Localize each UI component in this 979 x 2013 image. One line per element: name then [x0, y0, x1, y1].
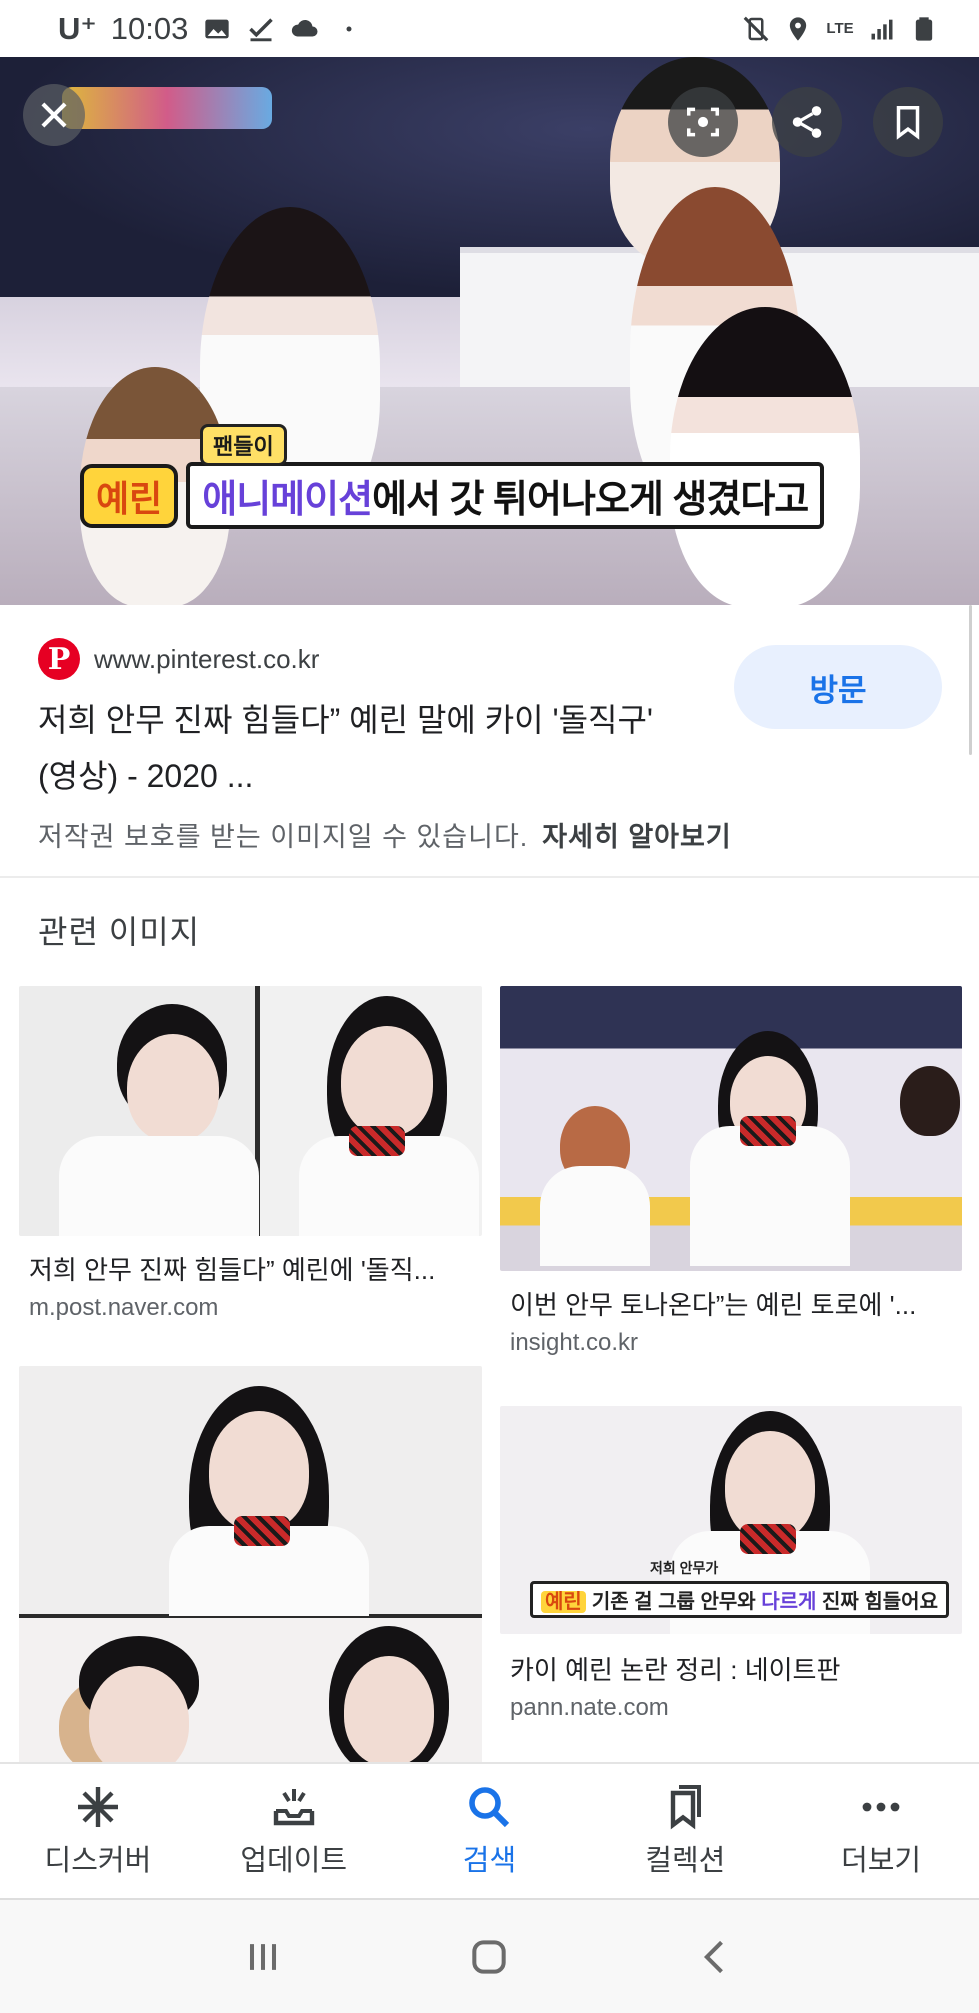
subtitle-rest: 에서 갓 튀어나오게 생겼다고	[372, 479, 809, 521]
share-button[interactable]	[772, 87, 842, 157]
thumbnail-subtitle: 예린 기존 걸 그룹 안무와 다르게 진짜 힘들어요	[530, 1581, 949, 1618]
back-button[interactable]	[686, 1927, 746, 1987]
updates-icon	[273, 1789, 314, 1826]
related-image-domain: insight.co.kr	[510, 1329, 639, 1356]
mute-vibrate-icon	[741, 14, 771, 44]
result-title[interactable]: 저희 안무 진짜 힘들다” 예린 말에 카이 '돌직구' (영상) - 2020…	[38, 692, 698, 804]
hero-subtitle: 팬들이 예린 애니메이션에서 갓 튀어나오게 생겼다고	[80, 424, 825, 529]
home-button[interactable]	[459, 1927, 519, 1987]
nav-label: 업데이트	[240, 1845, 348, 1877]
related-image-thumbnail[interactable]: 예린 기존 걸 그룹 안무와 다르게 진짜 힘들어요 저희 안무가	[500, 1406, 962, 1634]
related-image-domain: m.post.naver.com	[29, 1294, 219, 1321]
bottom-navigation: 디스커버 업데이트 검색 컬렉션 더보기	[0, 1762, 979, 1898]
nav-label: 검색	[462, 1845, 517, 1877]
lens-icon	[687, 107, 719, 137]
recents-button[interactable]	[233, 1927, 293, 1987]
asterisk-icon	[77, 1787, 118, 1827]
signal-icon	[867, 14, 897, 44]
copyright-notice: 저작권 보호를 받는 이미지일 수 있습니다. 자세히 알아보기	[38, 815, 732, 854]
location-icon	[783, 14, 813, 44]
related-image-thumbnail[interactable]	[19, 1366, 482, 1766]
copyright-text: 저작권 보호를 받는 이미지일 수 있습니다.	[38, 822, 529, 852]
cloud-icon	[290, 14, 320, 44]
related-image-caption[interactable]: 저희 안무 진짜 힘들다” 예린에 '돌직...	[29, 1250, 469, 1287]
clock: 10:03	[110, 10, 189, 46]
related-images-heading: 관련 이미지	[38, 914, 201, 950]
search-icon	[469, 1787, 510, 1828]
nav-updates[interactable]: 업데이트	[196, 1764, 392, 1898]
lte-icon: LTE	[826, 19, 854, 37]
pinterest-logo-icon: P	[38, 638, 80, 680]
image-icon	[202, 14, 232, 44]
subtitle-speaker: 예린	[80, 463, 179, 528]
visit-button[interactable]: 방문	[734, 645, 942, 729]
system-navigation-bar	[0, 1898, 979, 2013]
close-button[interactable]	[23, 84, 85, 146]
close-icon	[41, 102, 67, 128]
bookmark-icon	[896, 106, 920, 140]
image-search-result-page: U⁺ 10:03 LTE 팬들이 예린 애니메이션에서 갓 튀어나오게 생겼다고…	[0, 0, 979, 2013]
nav-search[interactable]: 검색	[392, 1764, 588, 1898]
show-logo	[62, 87, 272, 129]
status-bar: U⁺ 10:03 LTE	[0, 0, 979, 57]
subtitle-text: 애니메이션에서 갓 튀어나오게 생겼다고	[186, 462, 825, 529]
more-icon	[862, 1802, 900, 1812]
save-button[interactable]	[873, 87, 943, 157]
check-icon	[246, 14, 276, 44]
divider	[0, 876, 979, 878]
related-image-domain: pann.nate.com	[510, 1694, 669, 1721]
related-image-thumbnail[interactable]	[500, 986, 962, 1271]
related-image-thumbnail[interactable]	[19, 986, 482, 1236]
nav-more[interactable]: 더보기	[783, 1764, 979, 1898]
related-image-caption[interactable]: 카이 예린 논란 정리 : 네이트판	[510, 1650, 950, 1687]
nav-label: 컬렉션	[645, 1845, 726, 1877]
source-domain[interactable]: www.pinterest.co.kr	[94, 644, 319, 675]
home-icon	[472, 1939, 507, 1974]
back-icon	[703, 1940, 723, 1973]
recents-icon	[250, 1943, 277, 1970]
hero-image[interactable]: 팬들이 예린 애니메이션에서 갓 튀어나오게 생겼다고	[0, 57, 979, 605]
share-icon	[792, 106, 822, 138]
subtitle-tag: 팬들이	[200, 424, 287, 466]
nav-label: 더보기	[841, 1845, 922, 1877]
learn-more-link[interactable]: 자세히 알아보기	[542, 822, 731, 852]
scroll-indicator	[969, 605, 972, 755]
collections-icon	[671, 1785, 702, 1830]
source-row[interactable]: P www.pinterest.co.kr	[38, 638, 319, 680]
thumbnail-subtitle-small: 저희 안무가	[650, 1560, 719, 1576]
dot-icon	[334, 14, 364, 44]
nav-collections[interactable]: 컬렉션	[587, 1764, 783, 1898]
carrier-label: U⁺	[58, 10, 97, 46]
battery-icon	[909, 14, 939, 44]
nav-label: 디스커버	[44, 1845, 152, 1877]
lens-button[interactable]	[668, 87, 738, 157]
nav-discover[interactable]: 디스커버	[0, 1764, 196, 1898]
subtitle-highlight: 애니메이션	[202, 479, 373, 521]
related-image-caption[interactable]: 이번 안무 토나온다”는 예린 토로에 '...	[510, 1285, 950, 1322]
